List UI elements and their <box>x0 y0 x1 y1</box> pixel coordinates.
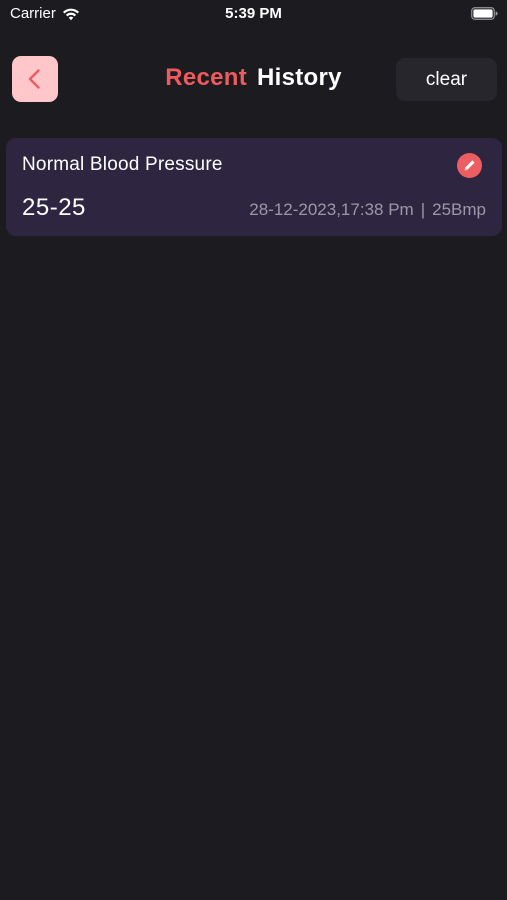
record-pulse: 25Bmp <box>432 200 486 219</box>
history-record-card[interactable]: Normal Blood Pressure 25-25 28-12-2023,1… <box>6 138 502 236</box>
record-title: Normal Blood Pressure <box>22 154 223 175</box>
status-time: 5:39 PM <box>225 5 282 22</box>
pencil-icon <box>462 158 477 173</box>
record-datetime: 28-12-2023,17:38 Pm <box>249 200 414 219</box>
record-value: 25-25 <box>22 194 86 221</box>
battery-icon <box>471 7 498 20</box>
page-title-history: History <box>257 64 342 91</box>
record-meta: 28-12-2023,17:38 Pm | 25Bmp <box>249 200 486 220</box>
clear-button[interactable]: clear <box>396 58 497 101</box>
status-bar: Carrier 5:39 PM <box>0 0 507 28</box>
record-separator: | <box>420 200 426 219</box>
page-title-recent: Recent <box>165 64 248 91</box>
edit-button[interactable] <box>457 153 482 178</box>
